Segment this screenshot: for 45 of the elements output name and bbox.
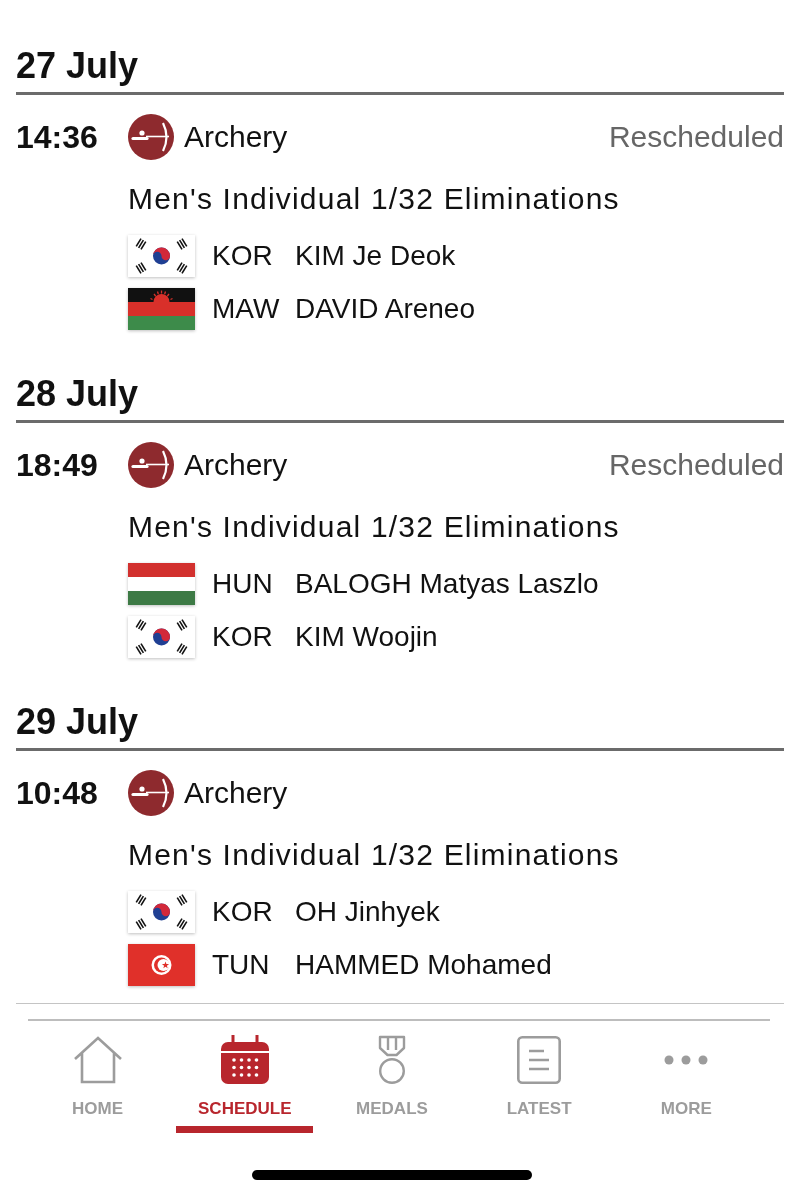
archery-icon: [128, 770, 174, 816]
archery-icon: [128, 442, 174, 488]
country-code: KOR: [212, 895, 274, 929]
athlete-name: KIM Woojin: [295, 620, 438, 654]
flag-icon: [128, 288, 195, 330]
more-icon: [664, 1055, 709, 1065]
medal-icon: [376, 1035, 407, 1085]
flag-icon: [128, 944, 195, 986]
event-title: Men's Individual 1/32 Eliminations: [128, 181, 621, 217]
home-icon: [72, 1036, 123, 1084]
calendar-icon: [219, 1035, 270, 1085]
country-code: HUN: [212, 567, 274, 601]
nav-tab[interactable]: MORE: [617, 1021, 755, 1133]
country-code: TUN: [212, 948, 271, 982]
archery-icon: [128, 114, 174, 160]
nav-tab[interactable]: HOME: [29, 1021, 167, 1133]
country-code: MAW: [212, 292, 281, 326]
date-heading: 27 July: [16, 46, 139, 86]
athlete-name: BALOGH Matyas Laszlo: [295, 567, 599, 601]
date-heading: 29 July: [16, 702, 139, 742]
document-icon: [517, 1036, 562, 1084]
country-code: KOR: [212, 239, 274, 273]
sport-name: Archery: [184, 775, 288, 811]
nav-tab[interactable]: LATEST: [470, 1021, 608, 1133]
sport-name: Archery: [184, 119, 288, 155]
athlete-name: HAMMED Mohamed: [295, 948, 552, 982]
flag-icon: [128, 563, 195, 605]
flag-icon: [128, 891, 195, 933]
event-time: 10:48: [16, 774, 99, 812]
event-title: Men's Individual 1/32 Eliminations: [128, 509, 621, 545]
status-label: Rescheduled: [608, 119, 784, 155]
status-label: Rescheduled: [608, 447, 784, 483]
event-time: 14:36: [16, 118, 99, 156]
nav-tab[interactable]: SCHEDULE: [176, 1021, 314, 1133]
event-time: 18:49: [16, 446, 99, 484]
date-heading: 28 July: [16, 374, 139, 414]
athlete-name: KIM Je Deok: [295, 239, 456, 273]
athlete-name: OH Jinhyek: [295, 895, 440, 929]
sport-name: Archery: [184, 447, 288, 483]
country-code: KOR: [212, 620, 274, 654]
nav-tab[interactable]: MEDALS: [323, 1021, 461, 1133]
flag-icon: [128, 616, 195, 658]
flag-icon: [128, 235, 195, 277]
event-title: Men's Individual 1/32 Eliminations: [128, 837, 621, 873]
athlete-name: DAVID Areneo: [295, 292, 476, 326]
